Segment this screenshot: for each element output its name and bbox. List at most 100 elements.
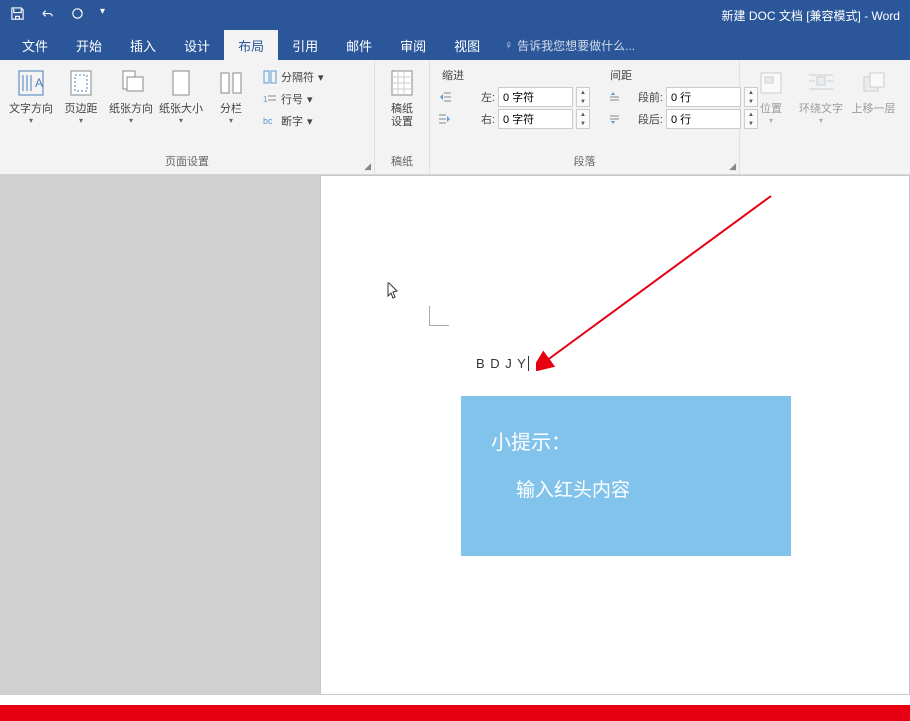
- position-button[interactable]: 位置 ▾: [746, 63, 796, 172]
- page-corner-mark: [429, 306, 449, 326]
- breaks-label: 分隔符: [281, 69, 314, 85]
- text-direction-label: 文字方向: [9, 103, 53, 116]
- wrap-text-label: 环绕文字: [799, 103, 843, 116]
- spacing-header-label: 间距: [606, 65, 758, 85]
- hyphenation-button[interactable]: bc 断字 ▾: [259, 111, 328, 131]
- dropdown-arrow-icon: ▾: [179, 116, 183, 125]
- indent-left-spinner[interactable]: ▲▼: [576, 87, 590, 107]
- dropdown-arrow-icon: ▾: [129, 116, 133, 125]
- tab-review[interactable]: 审阅: [386, 30, 440, 61]
- hyphenation-label: 断字: [281, 113, 303, 129]
- text-cursor: [527, 356, 529, 371]
- margins-label: 页边距: [65, 103, 98, 116]
- watermark: Baidu 经验 jingyan.baidu.com: [764, 642, 875, 686]
- orientation-button[interactable]: 纸张方向 ▾: [106, 63, 156, 150]
- orientation-label: 纸张方向: [109, 103, 153, 116]
- tell-me-placeholder: 告诉我您想要做什么...: [517, 37, 635, 54]
- dropdown-arrow-icon: ▾: [29, 116, 33, 125]
- size-label: 纸张大小: [159, 103, 203, 116]
- size-button[interactable]: 纸张大小 ▾: [156, 63, 206, 150]
- spacing-before-icon: [606, 90, 620, 104]
- columns-label: 分栏: [220, 103, 242, 116]
- spacing-after-input[interactable]: [666, 109, 741, 129]
- watermark-main: Baidu 经验: [764, 642, 875, 674]
- document-text[interactable]: B D J Y: [476, 356, 529, 371]
- manuscript-group-label: 稿纸: [381, 150, 423, 172]
- tab-layout[interactable]: 布局: [224, 30, 278, 61]
- indent-header-label: 缩进: [438, 65, 590, 85]
- tip-annotation-box: 小提示： 输入红头内容: [461, 396, 791, 556]
- redo-icon[interactable]: [70, 6, 85, 24]
- line-numbers-label: 行号: [281, 91, 303, 107]
- indent-left-label: 左:: [455, 89, 495, 105]
- bottom-red-bar: [0, 705, 910, 721]
- line-numbers-icon: 1: [263, 92, 277, 106]
- watermark-sub: jingyan.baidu.com: [764, 674, 875, 686]
- paragraph-launcher[interactable]: ◢: [729, 161, 736, 172]
- line-numbers-button[interactable]: 1 行号 ▾: [259, 89, 328, 109]
- quick-access-toolbar: ▾: [10, 6, 105, 24]
- indent-right-spinner[interactable]: ▲▼: [576, 109, 590, 129]
- dropdown-arrow-icon: ▾: [769, 116, 773, 125]
- ribbon-tabs: 文件 开始 插入 设计 布局 引用 邮件 审阅 视图 ♀ 告诉我您想要做什么..…: [0, 30, 910, 60]
- breaks-icon: [263, 70, 277, 84]
- document-page[interactable]: B D J Y 小提示： 输入红头内容: [320, 175, 910, 695]
- manuscript-settings-button[interactable]: 稿纸 设置: [381, 63, 423, 150]
- indent-right-label: 右:: [455, 111, 495, 127]
- indent-right-icon: [438, 112, 452, 126]
- indent-right-input[interactable]: [498, 109, 573, 129]
- position-label: 位置: [760, 103, 782, 116]
- spacing-before-input[interactable]: [666, 87, 741, 107]
- spacing-after-label: 段后:: [623, 111, 663, 127]
- tab-home[interactable]: 开始: [62, 30, 116, 61]
- bulb-icon: ♀: [504, 38, 513, 52]
- group-arrange: 位置 ▾ 环绕文字 ▾ 上移一层: [740, 60, 910, 174]
- tab-mailings[interactable]: 邮件: [332, 30, 386, 61]
- group-manuscript: 稿纸 设置 稿纸: [375, 60, 430, 174]
- tip-title: 小提示：: [491, 426, 761, 455]
- hyphenation-icon: bc: [263, 114, 277, 128]
- group-paragraph: 缩进 左: ▲▼ 右: ▲▼: [430, 60, 740, 174]
- document-area: B D J Y 小提示： 输入红头内容: [0, 175, 910, 695]
- tab-references[interactable]: 引用: [278, 30, 332, 61]
- indent-left-icon: [438, 90, 452, 104]
- dropdown-arrow-icon: ▾: [229, 116, 233, 125]
- bring-forward-button[interactable]: 上移一层: [846, 63, 901, 172]
- spinner-up-icon[interactable]: ▲: [577, 110, 589, 119]
- spacing-before-label: 段前:: [623, 89, 663, 105]
- breaks-button[interactable]: 分隔符 ▾: [259, 67, 328, 87]
- undo-icon[interactable]: [40, 6, 55, 24]
- text-direction-button[interactable]: A 文字方向 ▾: [6, 63, 56, 150]
- group-page-setup: A 文字方向 ▾ 页边距 ▾ 纸张方向 ▾ 纸张大小 ▾ 分栏: [0, 60, 375, 174]
- dropdown-arrow-icon: ▾: [819, 116, 823, 125]
- save-icon[interactable]: [10, 6, 25, 24]
- title-bar: ▾ 新建 DOC 文档 [兼容模式] - Word: [0, 0, 910, 30]
- spinner-down-icon[interactable]: ▼: [577, 97, 589, 106]
- ribbon-content: A 文字方向 ▾ 页边距 ▾ 纸张方向 ▾ 纸张大小 ▾ 分栏: [0, 60, 910, 175]
- tell-me-search[interactable]: ♀ 告诉我您想要做什么...: [504, 37, 635, 54]
- document-margin-area: [0, 175, 320, 695]
- spinner-up-icon[interactable]: ▲: [577, 88, 589, 97]
- tip-content: 输入红头内容: [516, 475, 761, 502]
- spacing-after-icon: [606, 112, 620, 126]
- page-setup-launcher[interactable]: ◢: [364, 161, 371, 172]
- spinner-down-icon[interactable]: ▼: [577, 119, 589, 128]
- tab-file[interactable]: 文件: [8, 30, 62, 61]
- columns-button[interactable]: 分栏 ▾: [206, 63, 256, 150]
- margins-button[interactable]: 页边距 ▾: [56, 63, 106, 150]
- tab-design[interactable]: 设计: [170, 30, 224, 61]
- annotation-arrow: [536, 191, 776, 371]
- page-setup-group-label: 页面设置: [6, 150, 368, 172]
- dropdown-arrow-icon: ▾: [79, 116, 83, 125]
- text-content: B D J Y: [476, 356, 527, 371]
- manuscript-label: 稿纸 设置: [391, 103, 413, 129]
- svg-text:1: 1: [263, 95, 268, 104]
- svg-text:bc: bc: [263, 116, 273, 126]
- tab-view[interactable]: 视图: [440, 30, 494, 61]
- customize-qat-icon[interactable]: ▾: [100, 6, 105, 24]
- wrap-text-button[interactable]: 环绕文字 ▾: [796, 63, 846, 172]
- indent-left-input[interactable]: [498, 87, 573, 107]
- tab-insert[interactable]: 插入: [116, 30, 170, 61]
- svg-text:A: A: [35, 76, 43, 90]
- cursor-pointer-icon: [386, 281, 402, 306]
